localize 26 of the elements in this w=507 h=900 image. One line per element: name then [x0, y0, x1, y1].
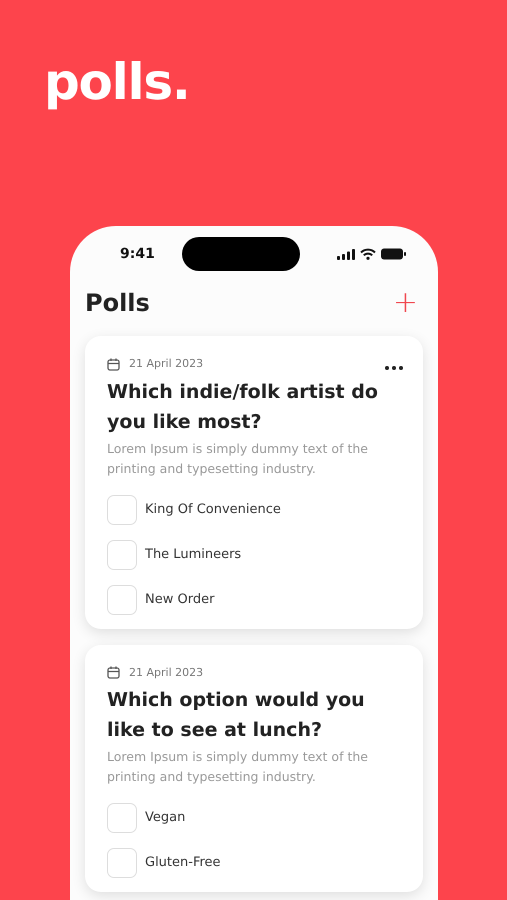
status-time: 9:41	[120, 244, 155, 264]
option-label: Vegan	[145, 809, 186, 828]
checkbox[interactable]	[107, 803, 137, 833]
add-button[interactable]: +	[392, 288, 418, 318]
poll-description: Lorem Ipsum is simply dummy text of the printing and typesetting industry.	[107, 748, 369, 786]
calendar-icon	[107, 666, 120, 680]
calendar-icon	[107, 358, 120, 371]
more-icon[interactable]	[385, 366, 403, 370]
checkbox[interactable]	[107, 494, 137, 524]
option-label: Gluten-Free	[145, 854, 221, 872]
option-label: The Lumineers	[145, 546, 242, 564]
poll-date: 21 April 2023	[129, 356, 204, 372]
battery-icon	[380, 248, 406, 260]
poll-description: Lorem Ipsum is simply dummy text of the printing and typesetting industry.	[107, 440, 369, 478]
page-title: Polls	[85, 288, 150, 319]
poll-question: Which option would you like to see at lunch?	[107, 688, 366, 743]
app-logo: polls.	[44, 53, 190, 111]
option-label: King Of Convenience	[145, 500, 281, 519]
checkbox[interactable]	[107, 584, 137, 614]
poll-question: Which indie/folk artist do you like most?	[107, 380, 379, 434]
checkbox[interactable]	[107, 848, 137, 878]
poll-date: 21 April 2023	[129, 664, 204, 680]
option-label: New Order	[145, 590, 214, 609]
checkbox[interactable]	[107, 540, 137, 570]
wifi-icon	[360, 248, 376, 260]
signal-icon	[336, 248, 355, 260]
